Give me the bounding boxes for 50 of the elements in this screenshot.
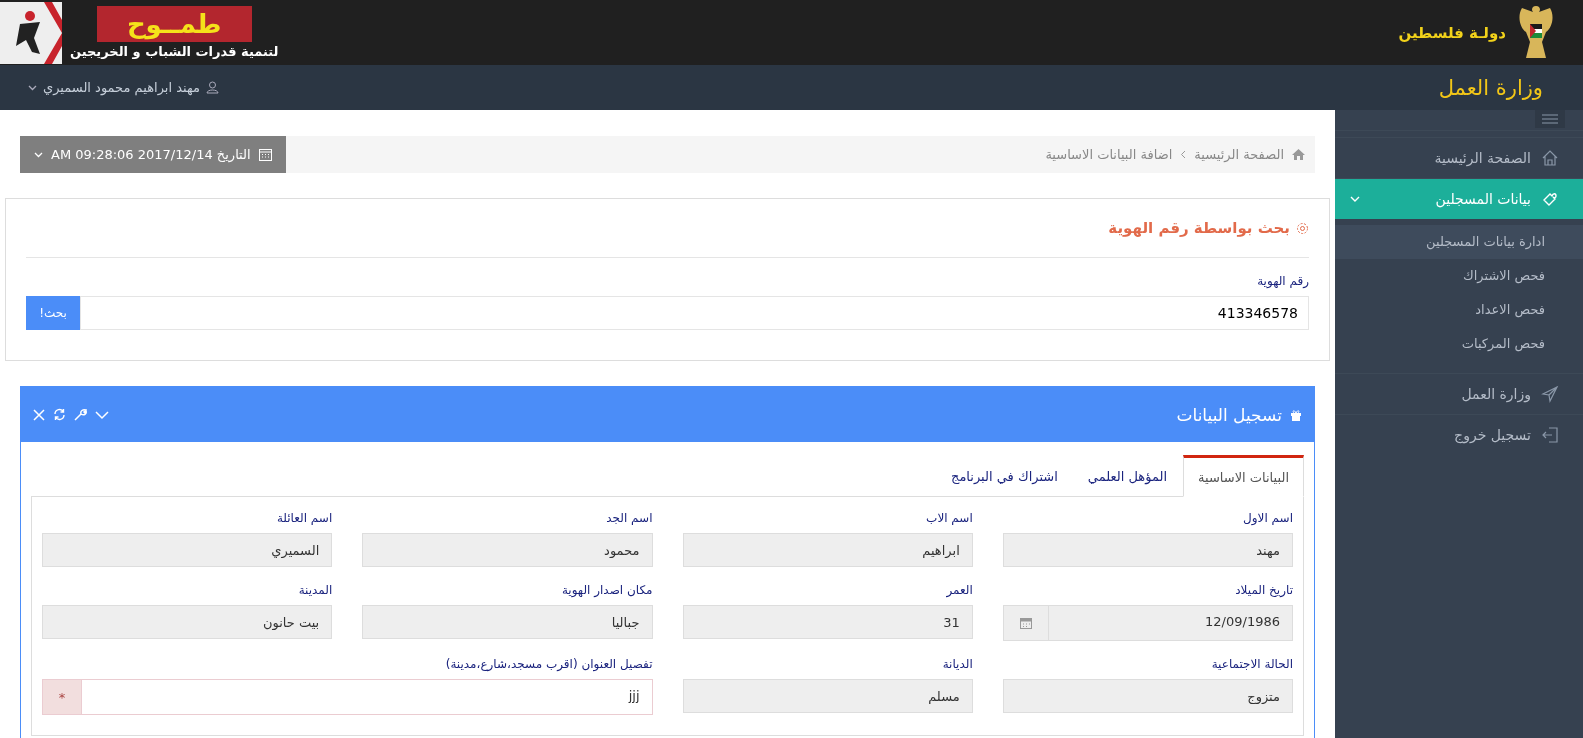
- chevron-down-icon: [28, 84, 37, 91]
- calendar-icon: [258, 148, 272, 161]
- field-label: الحالة الاجتماعية: [1210, 657, 1293, 671]
- tab[interactable]: البيانات الاساسية: [1183, 455, 1304, 497]
- field-label: اسم الاب: [925, 511, 973, 525]
- calendar-icon: [1019, 617, 1032, 629]
- field-label: المدينة: [297, 583, 333, 597]
- date-button[interactable]: التاريخ 2017/12/14 AM 09:28:06: [20, 136, 286, 173]
- chevron-down-icon[interactable]: [95, 409, 109, 420]
- tab[interactable]: اشتراك في البرنامج: [937, 456, 1072, 496]
- field-label: الديانة: [941, 657, 973, 671]
- submenu-item[interactable]: ادارة بيانات المسجلين: [1335, 225, 1583, 259]
- date-field[interactable]: 12/09/1986: [1002, 605, 1293, 641]
- wrench-icon[interactable]: [74, 408, 87, 421]
- user-icon: [205, 81, 219, 94]
- submenu-item[interactable]: فحص الاعداد: [1335, 293, 1583, 327]
- paper-plane-icon: [1541, 385, 1559, 403]
- required-marker: *: [43, 680, 82, 714]
- field-label: تفصيل العنوان (اقرب مسجد،شارع،مدينة): [444, 657, 653, 671]
- logo-title: طمــوح: [96, 6, 252, 42]
- panel-title: تسجيل البيانات: [1176, 404, 1282, 425]
- panel-title: بحث بواسطة رقم الهوية: [1108, 219, 1290, 237]
- app-title: وزارة العمل: [1438, 75, 1543, 100]
- chevron-left-icon: [1180, 150, 1187, 159]
- reload-icon[interactable]: [53, 408, 66, 421]
- gift-icon: [1290, 408, 1302, 421]
- sidebar-item[interactable]: وزارة العمل: [1335, 373, 1583, 414]
- home-icon: [1541, 149, 1559, 167]
- field-label: مكان اصدار الهوية: [560, 583, 653, 597]
- logo-subtitle: لتنمية قدرات الشباب و الخريجين: [70, 43, 279, 61]
- close-icon[interactable]: [33, 408, 45, 421]
- state-name: دولـة فلسطين: [1398, 23, 1506, 42]
- field-label: رقم الهوية: [1256, 274, 1309, 288]
- field-label: العمر: [945, 583, 973, 597]
- home-icon: [1292, 149, 1305, 160]
- submenu-item[interactable]: فحص المركبات: [1335, 327, 1583, 361]
- id-number-field[interactable]: 413346578: [80, 296, 1309, 330]
- submenu-item[interactable]: فحص الاشتراك: [1335, 259, 1583, 293]
- user-menu[interactable]: مهند ابراهيم محمود السميري: [28, 80, 219, 95]
- address-field[interactable]: jjj *: [42, 679, 653, 715]
- sidebar-item[interactable]: تسجيل خروج: [1335, 414, 1583, 455]
- chevron-down-icon: [34, 151, 43, 158]
- logout-icon: [1541, 426, 1559, 444]
- tab[interactable]: المؤهل العلمي: [1073, 456, 1181, 496]
- field-label: تاريخ الميلاد: [1234, 583, 1293, 597]
- menu-icon[interactable]: [1535, 110, 1565, 128]
- field-label: اسم العائلة: [275, 511, 333, 525]
- field-label: اسم الجد: [605, 511, 653, 525]
- field-label: اسم الاول: [1242, 511, 1293, 525]
- gear-icon: [1296, 221, 1309, 235]
